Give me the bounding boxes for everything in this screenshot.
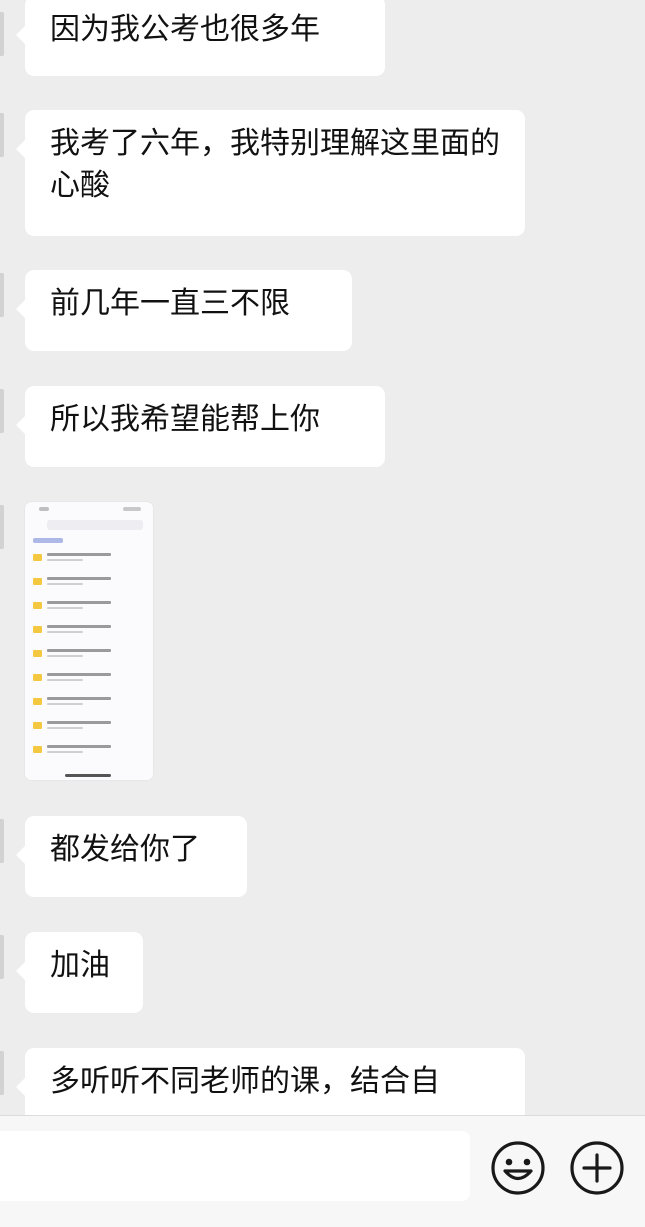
folder-icon (33, 698, 42, 705)
message-text: 都发给你了 (50, 832, 200, 867)
thumb-file-row (33, 598, 145, 616)
message-bubble[interactable]: 所以我希望能帮上你 (16, 386, 385, 467)
message-text: 我考了六年，我特别理解这里面的心酸 (50, 126, 500, 203)
message-text: 因为我公考也很多年 (50, 12, 320, 47)
message-bubble[interactable]: 都发给你了 (16, 816, 247, 897)
message-text: 前几年一直三不限 (50, 286, 290, 321)
thumb-home-indicator (65, 774, 111, 777)
avatar[interactable] (0, 12, 4, 56)
thumb-file-row (33, 574, 145, 592)
avatar[interactable] (0, 819, 4, 863)
folder-icon (33, 650, 42, 657)
thumb-file-row (33, 550, 145, 568)
thumb-file-row (33, 670, 145, 688)
folder-icon (33, 602, 42, 609)
folder-icon (33, 722, 42, 729)
thumb-file-row (33, 622, 145, 640)
thumb-file-row (33, 694, 145, 712)
message-bubble[interactable]: 因为我公考也很多年 (16, 0, 385, 76)
thumb-file-row (33, 718, 145, 736)
message-bubble[interactable]: 前几年一直三不限 (16, 270, 352, 351)
composer-bar (0, 1115, 645, 1227)
avatar[interactable] (0, 389, 4, 433)
emoji-icon[interactable] (488, 1138, 548, 1198)
thumb-status-bar (25, 502, 153, 516)
avatar[interactable] (0, 505, 4, 549)
message-text: 所以我希望能帮上你 (50, 402, 320, 437)
message-bubble[interactable]: 我考了六年，我特别理解这里面的心酸 (16, 110, 525, 236)
message-bubble[interactable]: 加油 (16, 932, 143, 1013)
folder-icon (33, 746, 42, 753)
message-text: 加油 (50, 948, 110, 983)
folder-icon (33, 578, 42, 585)
folder-icon (33, 554, 42, 561)
folder-icon (33, 626, 42, 633)
thumb-file-row (33, 742, 145, 760)
thumb-search-field (47, 520, 143, 530)
avatar[interactable] (0, 273, 4, 317)
avatar[interactable] (0, 113, 4, 157)
avatar[interactable] (0, 1051, 4, 1095)
plus-icon[interactable] (567, 1138, 627, 1198)
message-text: 多听听不同老师的课，结合自 (50, 1064, 440, 1099)
thumb-file-row (33, 646, 145, 664)
image-message-thumbnail[interactable] (25, 502, 153, 780)
folder-icon (33, 674, 42, 681)
chat-area: 因为我公考也很多年 我考了六年，我特别理解这里面的心酸 前几年一直三不限 所以我… (0, 0, 645, 1115)
message-bubble[interactable]: 多听听不同老师的课，结合自 (16, 1048, 525, 1115)
thumb-tab (33, 538, 63, 543)
avatar[interactable] (0, 935, 4, 979)
message-input[interactable] (0, 1131, 470, 1201)
